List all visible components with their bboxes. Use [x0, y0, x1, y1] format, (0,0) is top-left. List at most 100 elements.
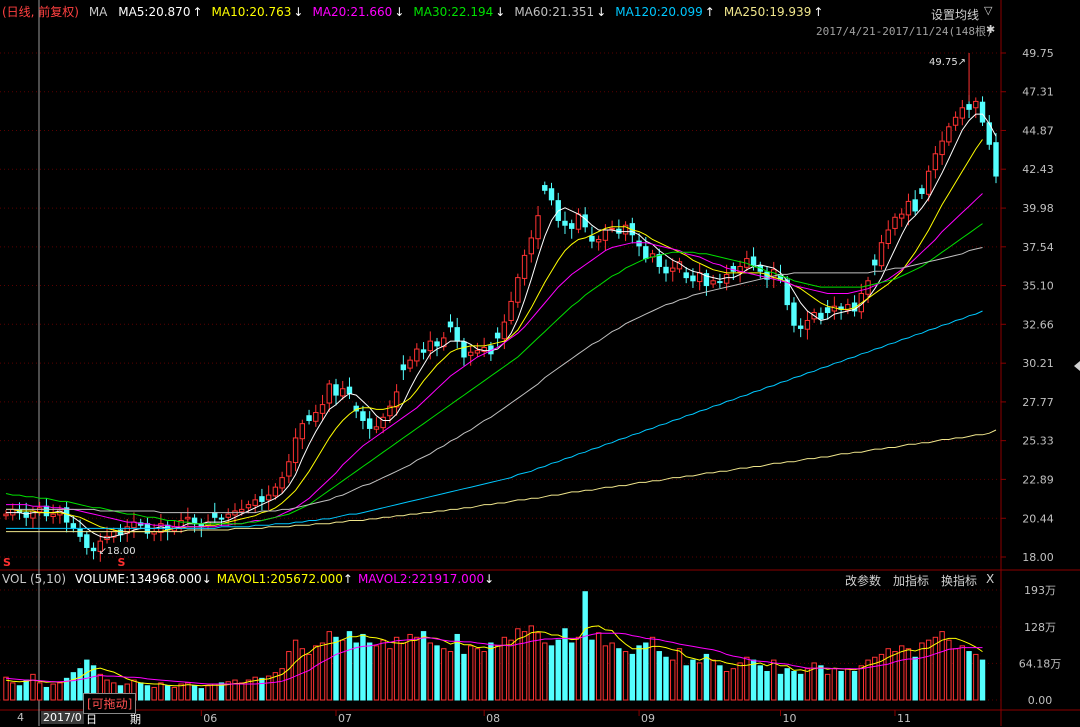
volume-bar: [447, 651, 454, 701]
candle-body: [3, 513, 9, 517]
y-tick-label: 42.43: [1022, 163, 1054, 176]
volume-bar: [340, 639, 346, 701]
volume-bar: [212, 683, 218, 701]
candle: [670, 258, 676, 282]
volume-bar: [427, 642, 433, 701]
candle: [30, 506, 36, 529]
pin-icon[interactable]: ✱: [986, 23, 995, 36]
y-tick-label: 35.10: [1022, 280, 1054, 293]
volume-bar: [151, 686, 157, 701]
candle-body: [434, 341, 440, 347]
candle-body: [710, 280, 716, 285]
candle: [400, 355, 407, 381]
volume-bar: [461, 653, 467, 701]
candle-body: [575, 213, 582, 230]
x-tick-label: 07: [338, 712, 352, 725]
candle-body: [272, 486, 279, 497]
volume-bar: [845, 668, 851, 701]
signal-s-icon: S: [117, 556, 125, 569]
candle-body: [656, 254, 662, 268]
ma-indicator-6: MA250:19.939 ↑: [724, 5, 826, 19]
volume-bar: [912, 656, 918, 701]
candle-body: [326, 383, 332, 404]
arrow-down-icon: ↓: [596, 5, 607, 19]
volume-bar: [966, 651, 972, 701]
candle: [838, 303, 844, 320]
volume-bar: [609, 642, 615, 701]
volume-bar: [925, 639, 932, 701]
candle-body: [333, 384, 339, 396]
candle: [360, 405, 366, 430]
candle-body: [43, 505, 50, 517]
volume-bar: [959, 645, 966, 701]
candle: [717, 273, 723, 288]
volume-bar: [488, 642, 494, 701]
candle: [542, 181, 548, 195]
volume-bar: [797, 673, 804, 701]
candle: [252, 493, 258, 513]
candle-body: [750, 256, 757, 266]
volume-bar: [164, 685, 171, 701]
volume-bar: [710, 659, 716, 701]
price-header: (日线, 前复权) MA MA5:20.870 ↑ MA10:20.763 ↓ MA20…: [2, 3, 829, 20]
close-indicator-button[interactable]: X: [986, 572, 994, 586]
volume-bar: [205, 685, 211, 701]
volume-bar: [10, 682, 16, 701]
candle-body: [993, 142, 999, 177]
volume-bar: [892, 651, 898, 701]
candle: [535, 206, 541, 250]
volume-bar: [265, 675, 272, 701]
adjust-mode-label[interactable]: (日线, 前复权): [2, 5, 79, 19]
candle-body: [892, 216, 898, 229]
volume-bar: [198, 688, 205, 701]
candle-body: [346, 386, 353, 394]
chevron-down-icon[interactable]: ▽: [984, 4, 992, 17]
candle-body: [939, 140, 945, 156]
candle-body: [797, 325, 804, 329]
volume-bar: [750, 659, 757, 701]
candle: [818, 307, 824, 325]
candle: [515, 273, 521, 308]
volume-bar: [683, 665, 689, 701]
candle-body: [562, 220, 568, 226]
volume-bar: [420, 631, 427, 701]
switch-indicator-button[interactable]: 换指标: [941, 572, 977, 589]
candle: [427, 331, 433, 360]
stock-chart[interactable]: 49.75 47.31 44.87 42.43 39.98 37.54 35.10 32.66…: [0, 0, 1080, 726]
volume-bar: [171, 686, 178, 701]
candle-body: [723, 273, 730, 284]
volume-bar: [838, 671, 844, 701]
add-indicator-button[interactable]: 加指标: [893, 572, 929, 589]
candle-body: [959, 107, 966, 119]
candle: [979, 96, 986, 127]
candle-body: [218, 517, 225, 520]
volume-bar: [973, 653, 979, 701]
ma-indicator-value: MA60:21.351: [514, 5, 595, 19]
candle: [589, 226, 595, 249]
volume-bar: [50, 683, 56, 701]
candle-body: [946, 126, 952, 143]
y-tick-label: 32.66: [1022, 318, 1054, 331]
volume-bar: [899, 645, 905, 701]
settings-ma-button[interactable]: 设置均线: [931, 6, 979, 23]
candle: [878, 234, 885, 270]
candle: [313, 404, 319, 427]
candle: [885, 220, 891, 250]
candle-body: [427, 340, 433, 352]
volume-indicator-label[interactable]: VOL (5,10): [2, 572, 66, 586]
candle-body: [548, 188, 555, 201]
candle: [528, 230, 535, 263]
candle-body: [84, 534, 90, 548]
change-params-button[interactable]: 改参数: [845, 572, 881, 589]
volume-bar: [818, 665, 824, 701]
volume-bar: [757, 665, 763, 701]
draggable-label[interactable]: [可拖动]: [83, 693, 137, 714]
candle: [744, 250, 750, 272]
x-tick-label: 11: [897, 712, 911, 725]
volume-bar: [441, 648, 447, 701]
y-tick-label: 44.87: [1022, 124, 1054, 137]
volume-bar: [474, 648, 481, 701]
volume-bar: [575, 636, 582, 701]
candle: [791, 297, 797, 333]
candle: [824, 299, 831, 320]
